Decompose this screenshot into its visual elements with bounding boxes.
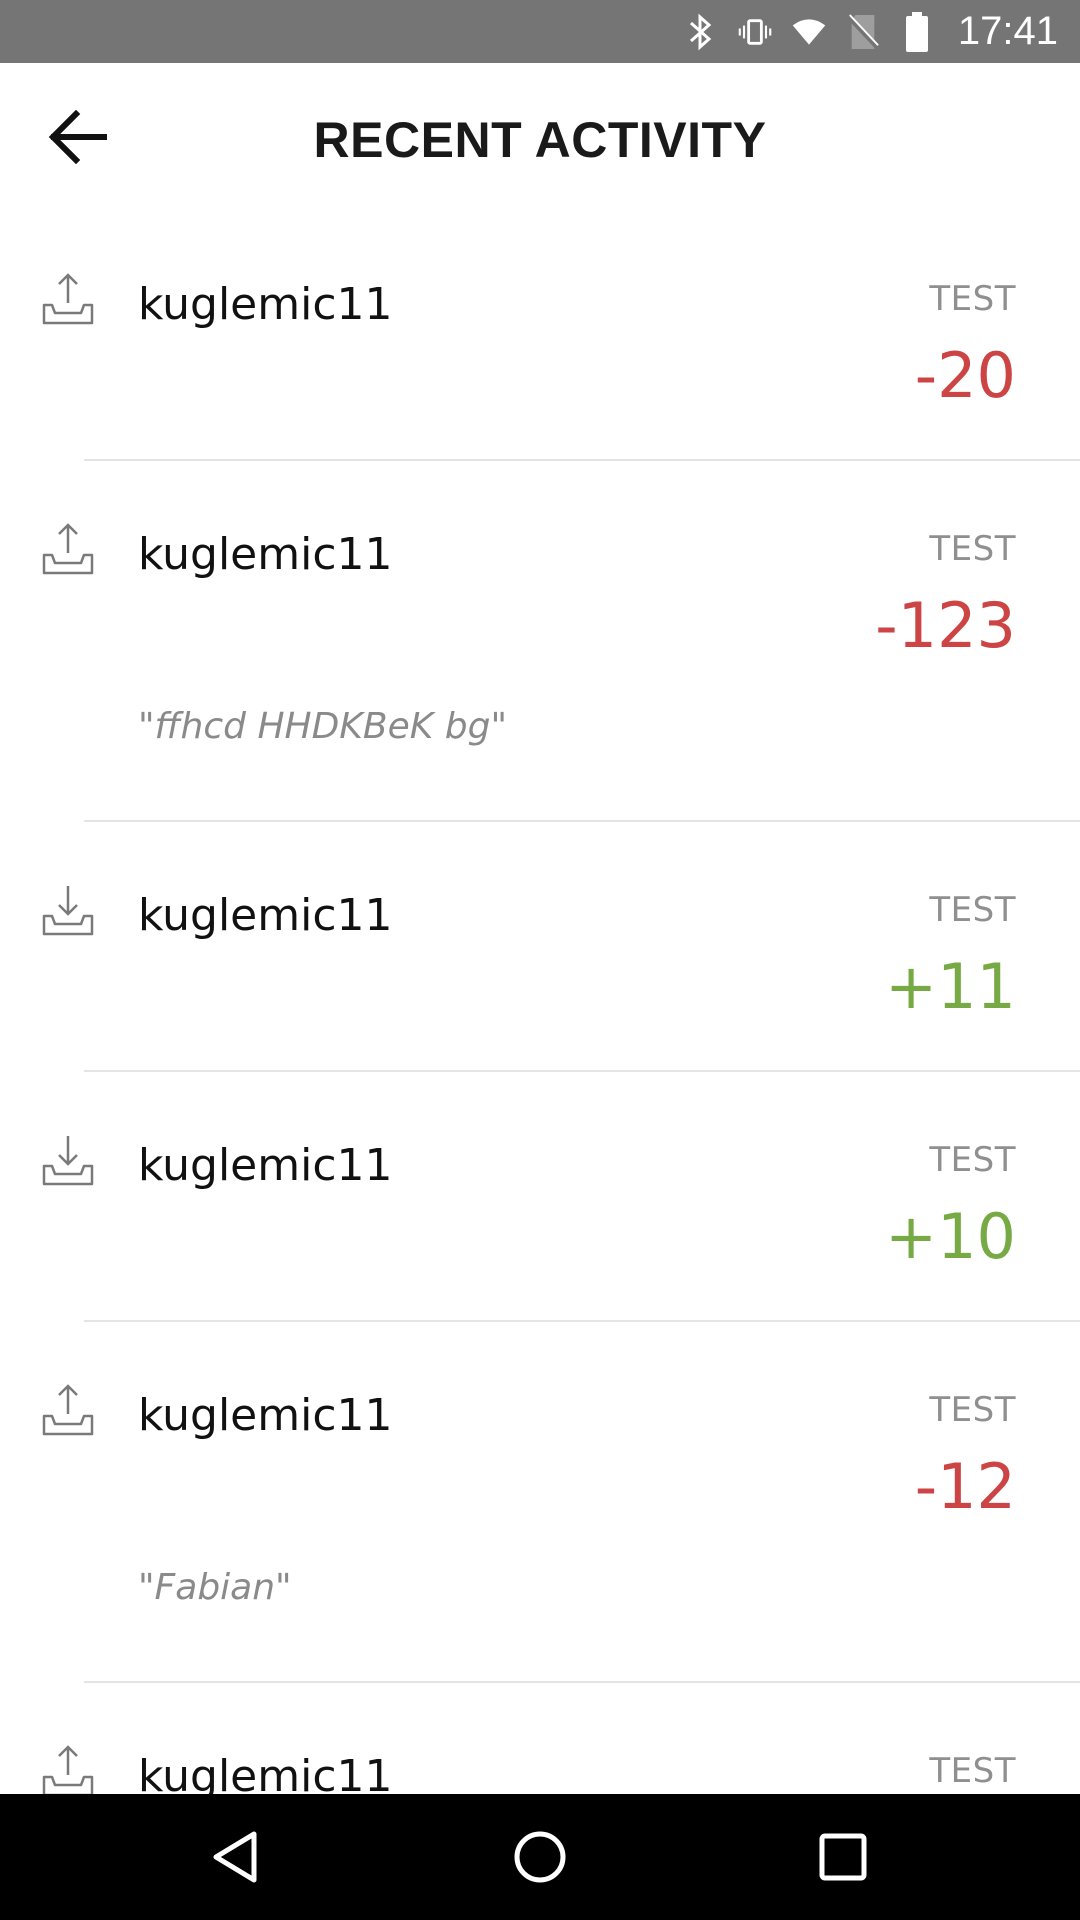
activity-amount: -123	[875, 589, 1016, 662]
page-title: RECENT ACTIVITY	[313, 112, 767, 168]
vibrate-icon	[738, 12, 772, 52]
activity-username: kuglemic11	[138, 529, 393, 580]
activity-note: "Fabian"	[138, 1567, 292, 1608]
activity-amount: -12	[914, 1450, 1016, 1523]
activity-username: kuglemic11	[138, 279, 393, 330]
activity-username: kuglemic11	[138, 890, 393, 941]
activity-currency: TEST	[929, 1751, 1016, 1791]
activity-item[interactable]: kuglemic11 TEST	[0, 1683, 1080, 1794]
app-bar: RECENT ACTIVITY	[0, 63, 1080, 211]
status-bar: 17:41	[0, 0, 1080, 63]
activity-currency: TEST	[929, 279, 1016, 319]
bluetooth-icon	[684, 12, 718, 52]
activity-item[interactable]: kuglemic11 TEST -12 "Fabian"	[0, 1322, 1080, 1683]
activity-item[interactable]: kuglemic11 TEST -20	[0, 211, 1080, 461]
activity-currency: TEST	[929, 1390, 1016, 1430]
tray-download-icon	[42, 1136, 94, 1186]
wifi-icon	[792, 12, 826, 52]
activity-item[interactable]: kuglemic11 TEST +11	[0, 822, 1080, 1072]
activity-list[interactable]: kuglemic11 TEST -20 kuglemic11 TEST -123…	[0, 211, 1080, 1794]
activity-currency: TEST	[929, 529, 1016, 569]
tray-download-icon	[42, 886, 94, 936]
activity-username: kuglemic11	[138, 1390, 393, 1441]
tray-upload-icon	[42, 523, 94, 575]
back-triangle-icon	[213, 1831, 257, 1883]
activity-username: kuglemic11	[138, 1140, 393, 1191]
tray-upload-icon	[42, 1384, 94, 1436]
navigation-bar	[0, 1794, 1080, 1920]
activity-item[interactable]: kuglemic11 TEST -123 "ffhcd HHDKBeK bg"	[0, 461, 1080, 822]
no-sim-icon	[846, 12, 880, 52]
nav-home-button[interactable]	[505, 1822, 575, 1892]
recents-square-icon	[819, 1833, 867, 1881]
tray-upload-icon	[42, 273, 94, 325]
activity-item[interactable]: kuglemic11 TEST +10	[0, 1072, 1080, 1322]
home-circle-icon	[514, 1831, 566, 1883]
activity-amount: -20	[914, 339, 1016, 412]
tray-upload-icon	[42, 1745, 94, 1794]
activity-currency: TEST	[929, 1140, 1016, 1180]
battery-icon	[900, 11, 934, 52]
nav-back-button[interactable]	[200, 1822, 270, 1892]
activity-username: kuglemic11	[138, 1751, 393, 1794]
activity-amount: +10	[885, 1200, 1016, 1273]
status-time: 17:41	[957, 9, 1058, 53]
activity-amount: +11	[885, 950, 1016, 1023]
activity-currency: TEST	[929, 890, 1016, 930]
nav-recents-button[interactable]	[808, 1822, 878, 1892]
activity-note: "ffhcd HHDKBeK bg"	[138, 706, 508, 747]
